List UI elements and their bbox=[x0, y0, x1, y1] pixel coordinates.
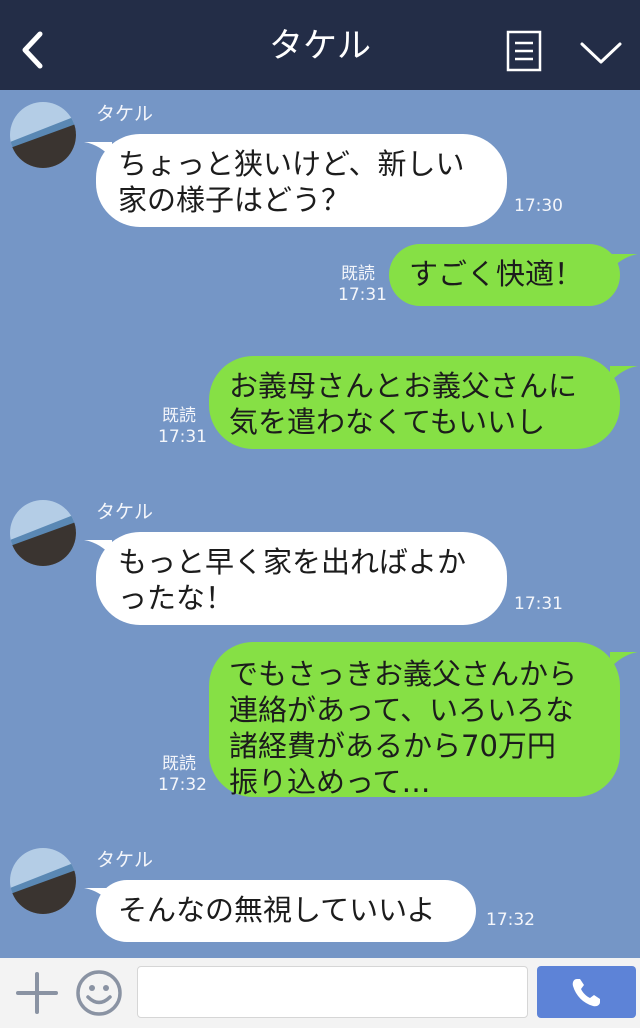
avatar-photo-icon bbox=[10, 500, 76, 566]
chat-title: タケル bbox=[269, 26, 371, 66]
plus-icon[interactable] bbox=[14, 970, 60, 1016]
message-time: 17:31 bbox=[338, 285, 387, 305]
message-bubble-incoming[interactable]: そんなの無視していいよ bbox=[96, 880, 476, 942]
note-icon[interactable] bbox=[506, 30, 542, 72]
message-time: 17:32 bbox=[158, 775, 207, 795]
sender-name: タケル bbox=[96, 849, 154, 871]
call-button[interactable] bbox=[537, 966, 636, 1018]
avatar[interactable] bbox=[10, 500, 76, 566]
message-bubble-outgoing[interactable]: お義母さんとお義父さんに 気を遣わなくてもいいし bbox=[209, 356, 620, 449]
message-bubble-outgoing[interactable]: でもさっきお義父さんから 連絡があって、いろいろな 諸経費があるから70万円 振… bbox=[209, 642, 620, 799]
message-bubble-incoming[interactable]: もっと早く家を出ればよか ったな！ bbox=[96, 532, 507, 625]
message-input[interactable] bbox=[137, 966, 528, 1018]
sender-name: タケル bbox=[96, 103, 154, 125]
avatar-photo-icon bbox=[10, 848, 76, 914]
chevron-down-icon[interactable] bbox=[578, 38, 624, 68]
read-receipt: 既読 bbox=[162, 406, 196, 426]
phone-icon bbox=[572, 979, 600, 1007]
avatar-photo-icon bbox=[10, 102, 76, 168]
input-bar bbox=[0, 958, 640, 1028]
avatar[interactable] bbox=[10, 102, 76, 168]
sender-name: タケル bbox=[96, 501, 154, 523]
message-time: 17:31 bbox=[158, 427, 207, 447]
message-time: 17:31 bbox=[514, 594, 563, 614]
avatar[interactable] bbox=[10, 848, 76, 914]
chat-area[interactable]: タケル ちょっと狭いけど、新しい 家の様子はどう？ 17:30 すごく快適！ 既… bbox=[0, 90, 640, 958]
chat-header: タケル bbox=[0, 0, 640, 90]
message-time: 17:30 bbox=[514, 196, 563, 216]
message-time: 17:32 bbox=[486, 910, 535, 930]
message-bubble-incoming[interactable]: ちょっと狭いけど、新しい 家の様子はどう？ bbox=[96, 134, 507, 227]
read-receipt: 既読 bbox=[162, 754, 196, 774]
read-receipt: 既読 bbox=[341, 264, 375, 284]
smiley-icon[interactable] bbox=[74, 968, 124, 1018]
message-bubble-outgoing[interactable]: すごく快適！ bbox=[389, 244, 620, 306]
